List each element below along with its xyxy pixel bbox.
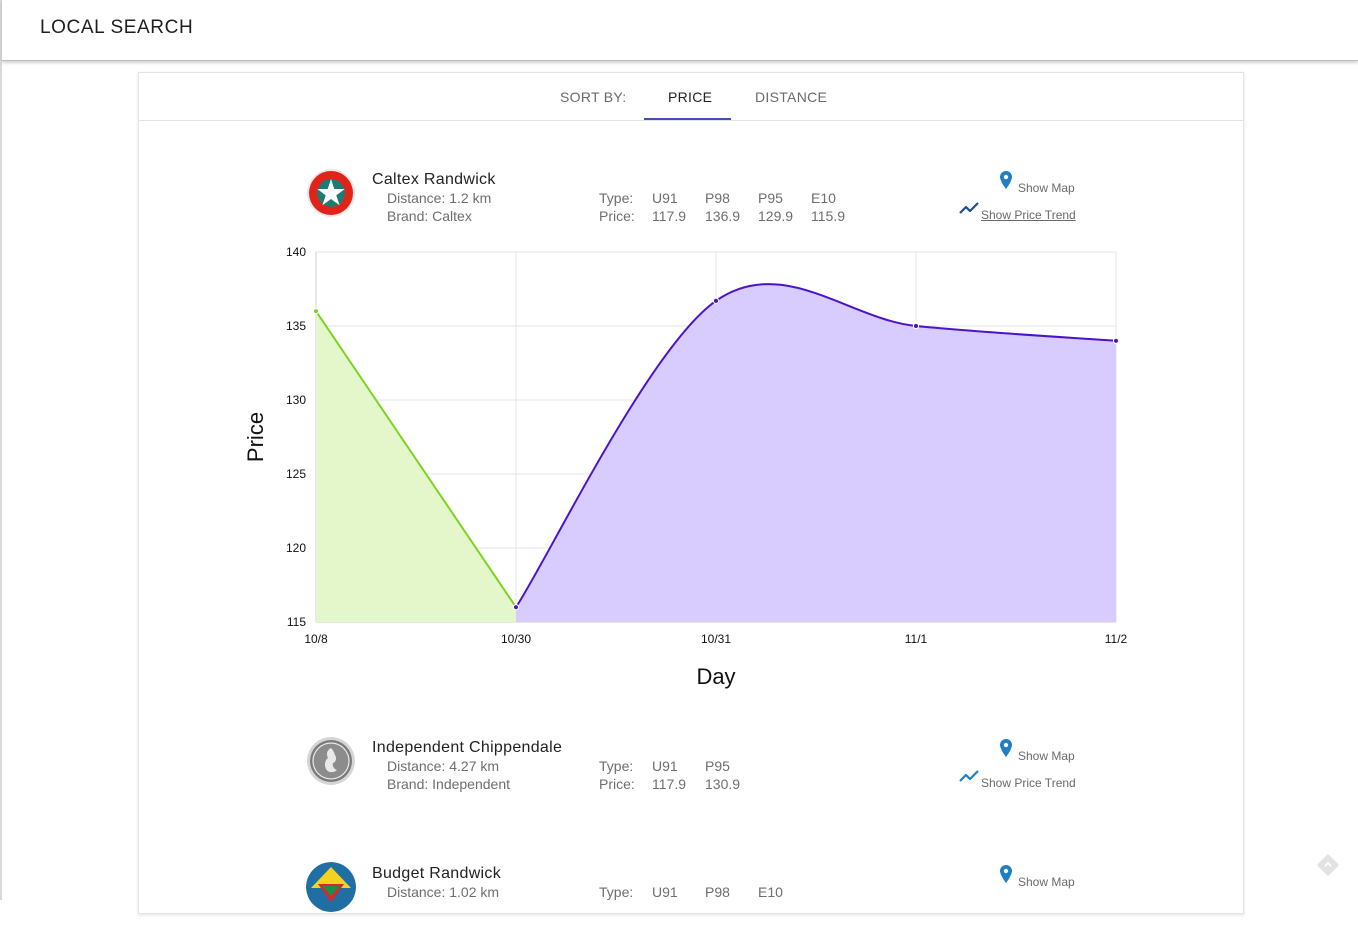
station-brand: Brand: Independent — [387, 776, 510, 792]
trend-icon[interactable] — [959, 201, 979, 215]
sort-by-label: SORT BY: — [560, 89, 627, 105]
fuel-type-label: Type: — [599, 758, 634, 774]
fuel-price-label: Price: — [599, 776, 635, 792]
fuel-type-p98: P98 — [705, 190, 730, 206]
tab-distance[interactable]: DISTANCE — [755, 89, 827, 105]
y-tick-label: 115 — [287, 615, 306, 629]
x-axis-label: Day — [696, 664, 735, 689]
y-tick-label: 125 — [286, 467, 306, 481]
x-tick-label: 10/8 — [304, 632, 328, 646]
data-point — [912, 322, 920, 330]
show-price-trend-link[interactable]: Show Price Trend — [981, 208, 1076, 222]
station-distance: Distance: 1.02 km — [387, 884, 500, 900]
station-name: Independent Chippendale — [372, 739, 563, 756]
data-point — [1112, 337, 1120, 344]
show-price-trend-link[interactable]: Show Price Trend — [981, 776, 1076, 790]
station-item-independent-chippendale: Independent Chippendale Distance: 4.27 k… — [139, 736, 1243, 816]
tab-price[interactable]: PRICE — [668, 89, 712, 105]
y-axis-label: Price — [243, 412, 268, 462]
x-tick-label: 11/1 — [905, 632, 928, 646]
fuel-type-p95: P95 — [705, 758, 730, 774]
show-map-link[interactable]: Show Map — [1018, 181, 1075, 195]
app-bar: LOCAL SEARCH — [2, 0, 1358, 61]
fuel-type-e10: E10 — [811, 190, 836, 206]
station-distance: Distance: 1.2 km — [387, 190, 492, 206]
station-name: Budget Randwick — [372, 865, 502, 882]
series-1-area — [316, 311, 516, 622]
feedback-icon[interactable] — [1315, 852, 1341, 878]
left-edge — [0, 0, 2, 900]
x-tick-label: 10/31 — [701, 632, 731, 646]
fuel-type-e10: E10 — [758, 884, 783, 900]
fuel-type-p98: P98 — [705, 884, 730, 900]
y-tick-label: 140 — [286, 245, 306, 259]
x-tick-label: 11/2 — [1105, 632, 1128, 646]
map-pin-icon[interactable] — [1000, 171, 1012, 189]
fuel-price-u91: 117.9 — [652, 208, 686, 224]
app-title: LOCAL SEARCH — [40, 17, 194, 38]
x-axis-ticks: 10/8 10/30 10/31 11/1 11/2 — [304, 632, 1127, 646]
x-tick-label: 10/30 — [501, 632, 531, 646]
fuel-type-u91: U91 — [652, 884, 678, 900]
fuel-price-label: Price: — [599, 208, 635, 224]
fuel-price-u91: 117.9 — [652, 776, 686, 792]
price-trend-chart: 140 135 130 125 120 115 10/8 10/30 10/31 11/1 11/… — [243, 245, 1128, 689]
independent-logo — [307, 737, 355, 785]
y-tick-label: 120 — [286, 541, 306, 555]
fuel-price-e10: 115.9 — [811, 208, 845, 224]
data-point — [712, 297, 720, 304]
station-distance: Distance: 4.27 km — [387, 758, 500, 774]
map-pin-icon[interactable] — [1000, 739, 1012, 757]
fuel-type-u91: U91 — [652, 190, 678, 206]
fuel-price-p95: 129.9 — [758, 208, 794, 224]
trend-icon[interactable] — [959, 769, 979, 783]
map-pin-icon[interactable] — [1000, 865, 1012, 883]
station-brand: Brand: Caltex — [387, 208, 472, 224]
station-item-budget-randwick: Budget Randwick Distance: 1.02 km Type: … — [139, 862, 1243, 942]
chart-areas — [316, 284, 1116, 622]
caltex-logo — [307, 169, 355, 217]
data-point — [512, 604, 520, 611]
y-tick-label: 135 — [286, 319, 306, 333]
show-map-link[interactable]: Show Map — [1018, 875, 1075, 889]
fuel-type-u91: U91 — [652, 758, 678, 774]
station-name: Caltex Randwick — [372, 171, 496, 188]
active-tab-indicator — [644, 118, 731, 120]
sort-tabs: SORT BY: PRICE DISTANCE — [139, 73, 1243, 121]
fuel-price-p98: 136.9 — [705, 208, 741, 224]
show-map-link[interactable]: Show Map — [1018, 749, 1075, 763]
fuel-type-label: Type: — [599, 190, 634, 206]
fuel-type-p95: P95 — [758, 190, 783, 206]
station-item-caltex-randwick: Caltex Randwick Distance: 1.2 km Brand: … — [139, 168, 1243, 248]
fuel-type-label: Type: — [599, 884, 634, 900]
y-tick-label: 130 — [286, 393, 306, 407]
data-point — [312, 308, 320, 315]
budget-logo — [306, 862, 356, 912]
y-axis-ticks: 140 135 130 125 120 115 — [286, 245, 306, 629]
fuel-price-p95: 130.9 — [705, 776, 741, 792]
